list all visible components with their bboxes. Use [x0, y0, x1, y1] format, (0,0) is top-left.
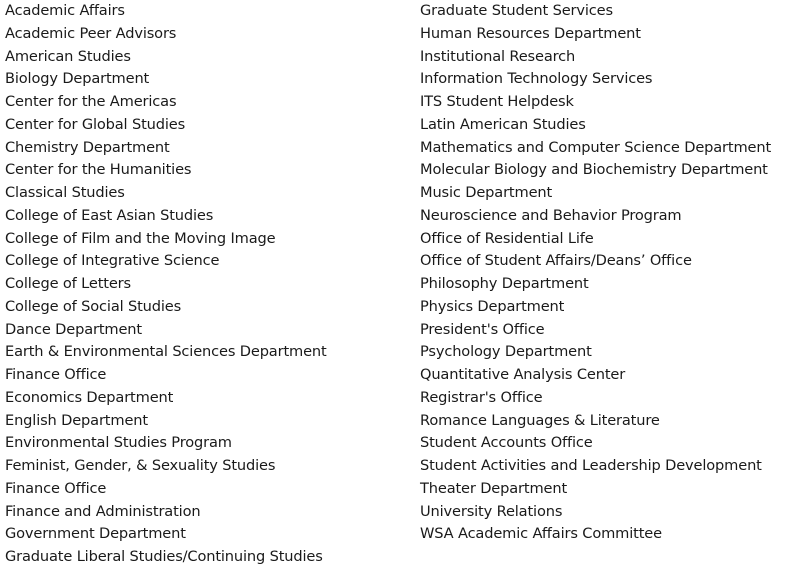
department-list-item: Mathematics and Computer Science Departm…	[420, 138, 772, 156]
department-list-item: American Studies	[5, 47, 131, 65]
department-list-item: Romance Languages & Literature	[420, 411, 660, 429]
department-list-item: Graduate Student Services	[420, 2, 613, 19]
department-list-item: Student Activities and Leadership Develo…	[420, 457, 762, 474]
department-list-item: Registrar's Office	[420, 388, 543, 406]
department-list-item: Classical Studies	[5, 184, 125, 201]
department-list-item: Academic Peer Advisors	[5, 24, 177, 42]
department-list-item: Finance Office	[5, 479, 107, 497]
department-list-item: WSA Academic Affairs Committee	[420, 525, 662, 543]
department-list-item: College of Integrative Science	[5, 252, 220, 270]
department-list-item: Institutional Research	[420, 47, 576, 65]
department-list-item: Philosophy Department	[420, 275, 589, 292]
department-list-item: Neuroscience and Behavior Program	[420, 206, 682, 224]
department-list-item: Economics Department	[5, 388, 174, 406]
department-list-item: Human Resources Department	[420, 24, 641, 42]
department-list-item: Graduate Liberal Studies/Continuing Stud…	[5, 548, 323, 565]
department-list-right: Graduate Student Services Human Resources…	[420, 0, 771, 546]
department-list-item: Biology Department	[5, 70, 150, 88]
department-list-item: Theater Department	[420, 479, 568, 497]
department-list-item: Chemistry Department	[5, 138, 170, 156]
department-list-item: English Department	[5, 411, 148, 429]
department-list-left: Academic Affairs Academic Peer Advisors Am…	[5, 0, 327, 569]
department-list-item: Student Accounts Office	[420, 434, 593, 452]
department-list-item: College of Letters	[5, 275, 131, 292]
department-list-item: Molecular Biology and Biochemistry Depar…	[420, 161, 768, 179]
department-list-item: Office of Student Affairs/Deans’ Office	[420, 252, 692, 270]
department-list-item: Physics Department	[420, 297, 565, 315]
department-list-item: Dance Department	[5, 320, 142, 338]
department-list-item: Government Department	[5, 525, 186, 543]
department-list-item: Finance Office	[5, 366, 107, 383]
department-list-item: Academic Affairs	[5, 2, 125, 19]
department-list-item: Center for Global Studies	[5, 115, 186, 133]
department-list-item: Music Department	[420, 184, 553, 201]
department-list-item: Information Technology Services	[420, 70, 653, 88]
department-list-item: Quantitative Analysis Center	[420, 366, 626, 383]
department-list-item: University Relations	[420, 502, 563, 520]
department-list-item: College of East Asian Studies	[5, 206, 214, 224]
department-list-item: College of Social Studies	[5, 297, 182, 315]
department-list-item: Finance and Administration	[5, 502, 201, 520]
department-list-item: Center for the Humanities	[5, 161, 192, 179]
department-list-item: Environmental Studies Program	[5, 434, 232, 452]
department-list-item: Psychology Department	[420, 343, 592, 361]
department-list-item: Earth & Environmental Sciences Departmen…	[5, 343, 327, 361]
department-list-item: Office of Residential Life	[420, 229, 594, 247]
department-list-item: President's Office	[420, 320, 545, 338]
department-list-item: ITS Student Helpdesk	[420, 93, 574, 110]
department-list-item: College of Film and the Moving Image	[5, 229, 276, 247]
department-list-item: Latin American Studies	[420, 115, 586, 133]
department-list-item: Feminist, Gender, & Sexuality Studies	[5, 457, 276, 474]
department-list-item: Center for the Americas	[5, 93, 177, 110]
